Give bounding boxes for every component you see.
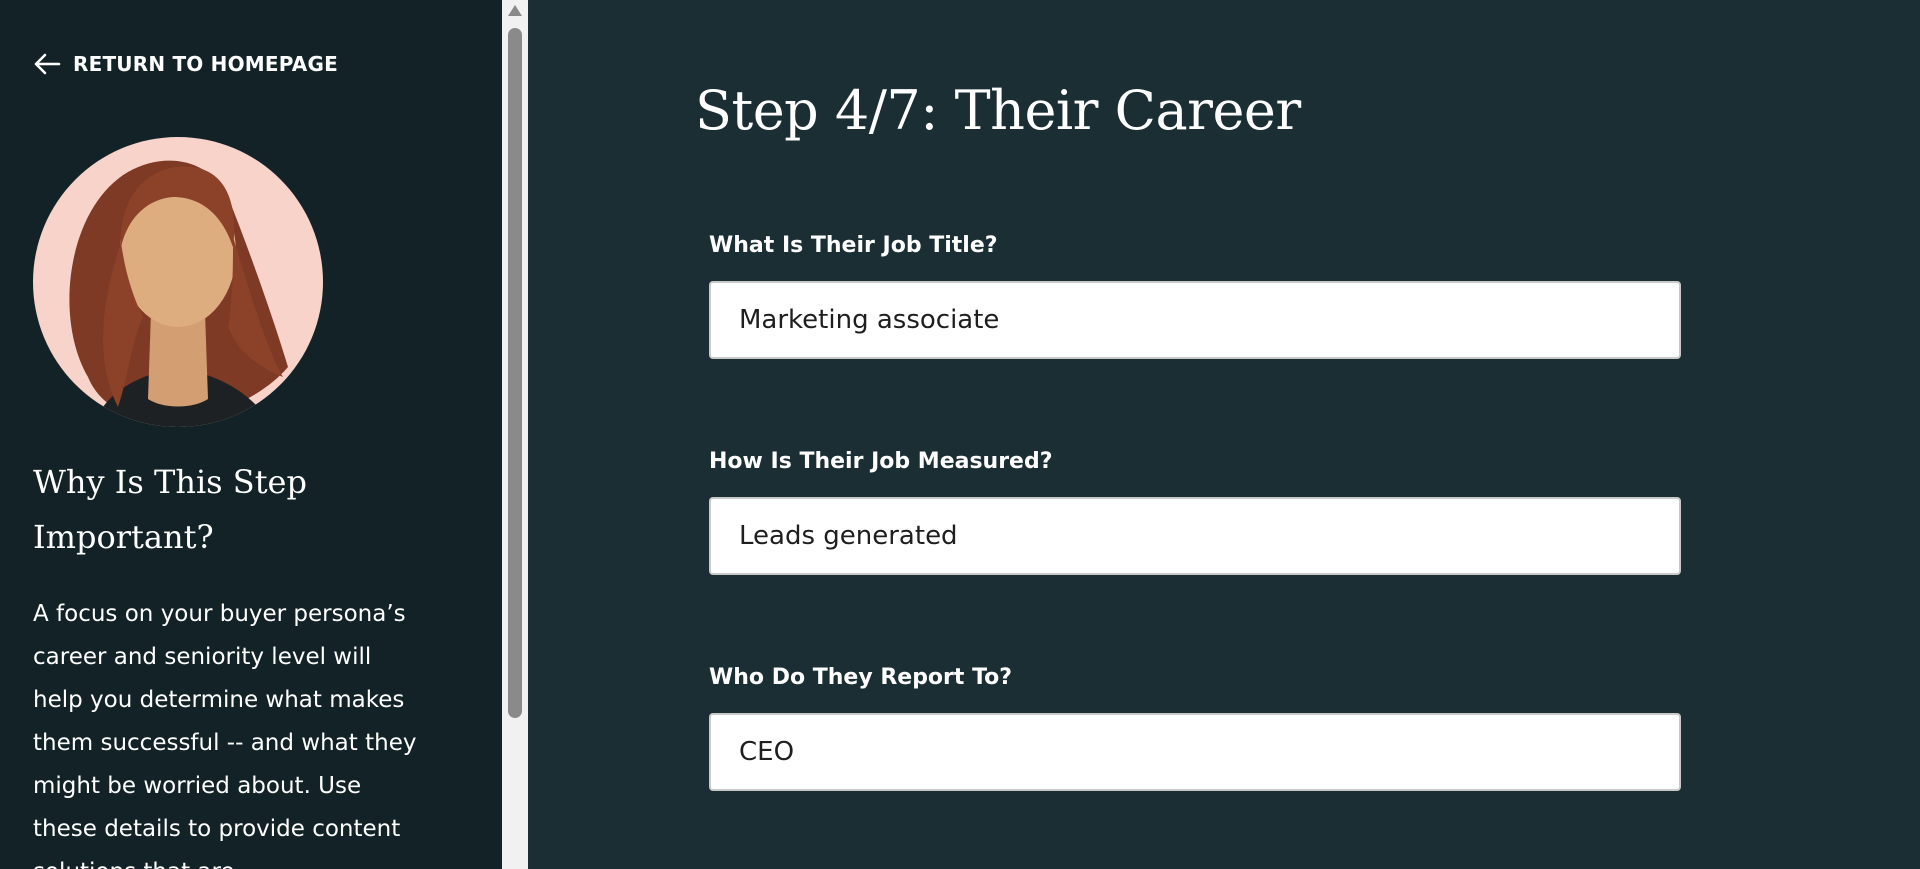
main-content: Step 4/7: Their Career What Is Their Job… [528, 0, 1920, 869]
job-title-label: What Is Their Job Title? [709, 233, 998, 258]
sidebar-scrollbar[interactable] [502, 0, 528, 869]
job-measured-label: How Is Their Job Measured? [709, 449, 1053, 474]
sidebar: RETURN TO HOMEPAGE Why Is This Step Impo… [0, 0, 502, 869]
return-to-homepage-link[interactable]: RETURN TO HOMEPAGE [33, 52, 338, 76]
scroll-up-arrow-icon[interactable] [508, 5, 522, 16]
persona-avatar [33, 137, 323, 427]
return-link-label: RETURN TO HOMEPAGE [73, 52, 338, 76]
report-to-input[interactable] [709, 713, 1681, 791]
why-important-description: A focus on your buyer persona’s career a… [33, 601, 417, 869]
page-title: Step 4/7: Their Career [695, 79, 1301, 142]
job-measured-input[interactable] [709, 497, 1681, 575]
why-important-heading: Why Is This Step Important? [33, 463, 307, 556]
job-title-input[interactable] [709, 281, 1681, 359]
arrow-left-icon [34, 53, 61, 75]
scroll-thumb[interactable] [508, 28, 522, 718]
report-to-label: Who Do They Report To? [709, 665, 1013, 690]
